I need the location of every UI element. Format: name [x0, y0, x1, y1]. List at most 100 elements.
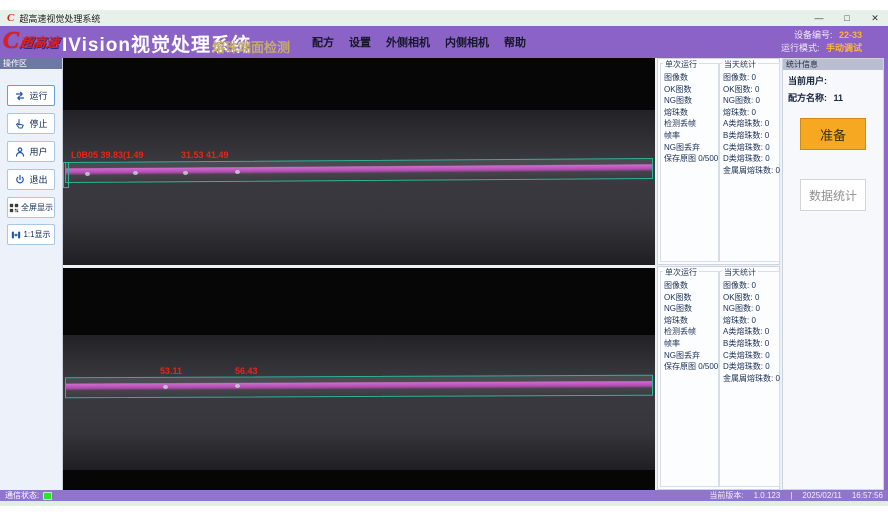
single-run-rows: 图像数OK图数NG图数熔珠数检测丢帧帧率NG图丢弃保存原图 0/500 — [661, 64, 718, 165]
bead-highlight — [183, 171, 188, 175]
bead-highlight — [235, 384, 240, 388]
header-info: 设备编号: 22-33 运行模式: 手动调试 — [781, 29, 862, 55]
measurement-annotation: 53.11 — [160, 366, 182, 376]
stat-row: 熔珠数 — [664, 315, 718, 327]
menu-item[interactable]: 配方 — [312, 34, 334, 50]
brand-name: 超高速 — [19, 32, 61, 51]
user-icon — [14, 146, 26, 158]
stat-row: 金属屑熔珠数: 0 — [723, 373, 779, 385]
single-run-group: 单次运行 图像数OK图数NG图数熔珠数检测丢帧帧率NG图丢弃保存原图 0/500 — [660, 63, 719, 262]
version-label: 当前版本: — [709, 490, 743, 501]
prepare-button[interactable]: 准备 — [800, 118, 866, 150]
app-window: C 超高速视觉处理系统 — □ ✕ C 超高速 IVision视觉处理系统 熔珠… — [0, 0, 888, 522]
stat-row: NG图数 — [664, 95, 718, 107]
user-button[interactable]: 用户 — [7, 141, 55, 162]
detection-strip-overlay — [65, 375, 653, 399]
bead-highlight — [133, 171, 138, 175]
single-run-group: 单次运行 图像数OK图数NG图数熔珠数检测丢帧帧率NG图丢弃保存原图 0/500 — [660, 271, 719, 487]
status-bar: 通信状态: 当前版本: 1.0.123 | 2025/02/11 16:57:5… — [0, 490, 888, 501]
minimize-button[interactable]: — — [813, 13, 825, 24]
menu-item[interactable]: 帮助 — [504, 34, 526, 50]
separator: | — [790, 491, 792, 500]
close-button[interactable]: ✕ — [869, 13, 881, 24]
device-number-value: 22-33 — [839, 30, 862, 40]
image-band — [63, 110, 655, 265]
stat-row: 检测丢帧 — [664, 118, 718, 130]
stat-row: A类熔珠数: 0 — [723, 118, 779, 130]
app-logo-icon: C — [7, 10, 14, 26]
data-statistics-button[interactable]: 数据统计 — [800, 179, 866, 211]
stat-row: 帧率 — [664, 338, 718, 350]
right-edge-strip — [884, 58, 888, 490]
current-user-label: 当前用户: — [788, 76, 827, 86]
run-icon — [14, 90, 26, 102]
stat-row: NG图丢弃 — [664, 142, 718, 154]
one-to-one-button[interactable]: 1:1显示 — [7, 224, 55, 245]
stat-row: 熔珠数: 0 — [723, 315, 779, 327]
stat-row: 保存原图 0/500 — [664, 153, 718, 165]
exit-button[interactable]: 退出 — [7, 169, 55, 190]
recipe-name-label: 配方名称: — [788, 93, 827, 103]
daily-stats-title: 当天统计 — [722, 59, 758, 70]
camera-view-bottom[interactable]: 53.11 56.43 — [63, 268, 655, 490]
info-panel-title: 统计信息 — [783, 59, 883, 70]
user-button-label: 用户 — [29, 145, 47, 158]
stat-row: NG图数: 0 — [723, 303, 779, 315]
stat-row: 保存原图 0/500 — [664, 361, 718, 373]
brand-swirl-icon: C — [3, 28, 19, 54]
run-button-label: 运行 — [29, 89, 47, 102]
exit-button-label: 退出 — [29, 173, 47, 186]
measurement-annotation: 31.53 41.49 — [181, 150, 229, 160]
device-number-label: 设备编号: — [794, 30, 833, 40]
stat-row: C类熔珠数: 0 — [723, 350, 779, 362]
sidebar-title: 操作区 — [0, 58, 62, 69]
menu-item[interactable]: 内侧相机 — [445, 34, 489, 50]
run-mode-value: 手动调试 — [826, 43, 862, 53]
measurement-annotation: 56.43 — [235, 366, 258, 376]
app-subtitle: 熔珠端面检测 — [212, 37, 290, 56]
comm-status-label: 通信状态: — [5, 490, 39, 501]
one-to-one-button-label: 1:1显示 — [23, 229, 50, 240]
stat-row: 帧率 — [664, 130, 718, 142]
version-info: 当前版本: 1.0.123 | 2025/02/11 16:57:56 — [709, 490, 888, 501]
daily-stats-rows: 图像数: 0OK图数: 0NG图数: 0熔珠数: 0A类熔珠数: 0B类熔珠数:… — [720, 272, 779, 384]
detection-strip-overlay — [65, 158, 653, 183]
menu-bar: 配方设置外侧相机内侧相机帮助 — [312, 26, 526, 58]
daily-stats-group: 当天统计 图像数: 0OK图数: 0NG图数: 0熔珠数: 0A类熔珠数: 0B… — [719, 63, 780, 262]
window-title: 超高速视觉处理系统 — [19, 12, 100, 25]
stat-row: NG图数: 0 — [723, 95, 779, 107]
fullscreen-grid-icon — [9, 203, 19, 213]
run-button[interactable]: 运行 — [7, 85, 55, 106]
stat-row: B类熔珠数: 0 — [723, 130, 779, 142]
stop-hand-icon — [14, 118, 26, 130]
stat-row: NG图数 — [664, 303, 718, 315]
maximize-button[interactable]: □ — [841, 13, 853, 24]
menu-item[interactable]: 设置 — [349, 34, 371, 50]
stat-row: 检测丢帧 — [664, 326, 718, 338]
stat-row: 熔珠数: 0 — [723, 107, 779, 119]
menu-item[interactable]: 外侧相机 — [386, 34, 430, 50]
brand-logo: C 超高速 — [3, 28, 59, 54]
stats-panel-top: 单次运行 图像数OK图数NG图数熔珠数检测丢帧帧率NG图丢弃保存原图 0/500… — [657, 58, 780, 265]
bead-highlight — [235, 170, 240, 174]
comm-status: 通信状态: — [0, 490, 52, 501]
stat-row: C类熔珠数: 0 — [723, 142, 779, 154]
daily-stats-title: 当天统计 — [722, 267, 758, 278]
camera-view-top[interactable]: L0B05 39.83(1.49 31.53 41.49 — [63, 58, 655, 265]
comm-status-indicator — [43, 492, 52, 500]
window-titlebar: C 超高速视觉处理系统 — □ ✕ — [0, 10, 888, 26]
power-icon — [14, 174, 26, 186]
header-bar: C 超高速 IVision视觉处理系统 熔珠端面检测 配方设置外侧相机内侧相机帮… — [0, 26, 888, 58]
single-run-title: 单次运行 — [663, 267, 699, 278]
stat-row: OK图数: 0 — [723, 84, 779, 96]
stat-row: 图像数: 0 — [723, 280, 779, 292]
fullscreen-button-label: 全屏显示 — [21, 202, 53, 213]
stat-row: OK图数 — [664, 292, 718, 304]
stat-row: D类熔珠数: 0 — [723, 361, 779, 373]
recipe-name-value: 11 — [834, 93, 844, 103]
stat-row: A类熔珠数: 0 — [723, 326, 779, 338]
fullscreen-button[interactable]: 全屏显示 — [7, 197, 55, 218]
single-run-title: 单次运行 — [663, 59, 699, 70]
stat-row: 图像数: 0 — [723, 72, 779, 84]
stop-button[interactable]: 停止 — [7, 113, 55, 134]
